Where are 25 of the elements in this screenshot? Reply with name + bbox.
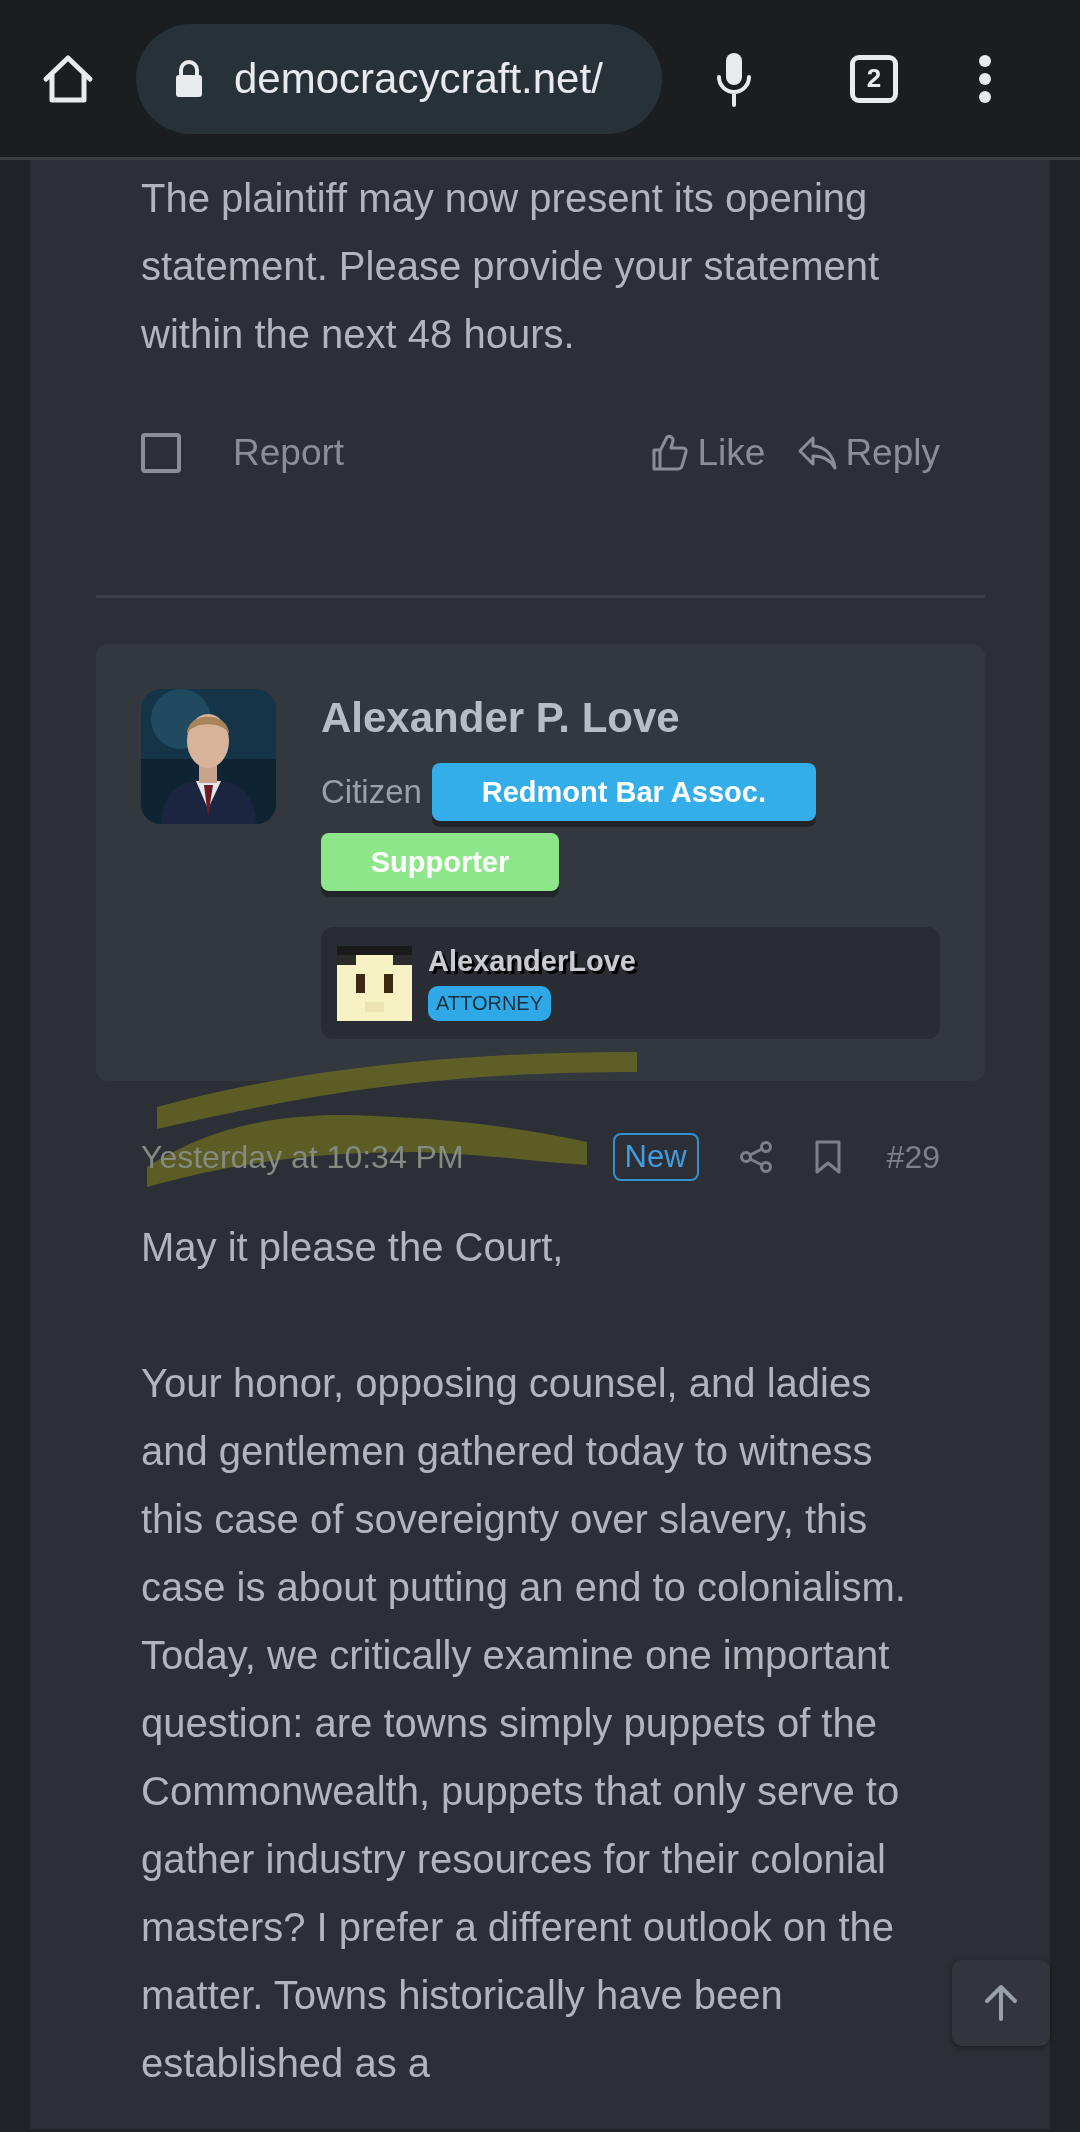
microphone-icon[interactable] <box>714 50 754 107</box>
post-number[interactable]: #29 <box>886 1138 940 1176</box>
post-text: Your honor, opposing counsel, and ladies and gentlemen gathered today to witness this case of sovereignty over slavery, this case is about putting an end to colonialism. Today, we critically examine one important question: are towns simply puppets of the Commonwealth, puppets that only serve to gather industry resources for their colonial masters? I prefer a different outlook on the matter. Towns historically have been established as a <box>141 1360 907 2087</box>
user-banner: Supporter <box>321 833 559 891</box>
user-banner: Redmont Bar Assoc. <box>431 763 816 821</box>
game-username: AlexanderLove <box>428 945 636 978</box>
url-text: democracycraft.net/ <box>234 54 603 103</box>
report-link[interactable]: Report <box>233 432 345 474</box>
rank-badge: ATTORNEY <box>428 986 552 1021</box>
checkbox[interactable] <box>141 433 181 473</box>
post-date[interactable]: Yesterday at 10:34 PM <box>141 1138 464 1176</box>
author-name[interactable]: Alexander P. Love <box>321 689 940 747</box>
lock-icon <box>174 58 204 99</box>
like-button[interactable]: Like <box>649 432 766 474</box>
tab-count-button[interactable]: 2 <box>850 54 898 103</box>
post-text: May it please the Court, <box>141 1224 565 1271</box>
menu-icon[interactable] <box>978 53 992 104</box>
share-icon[interactable] <box>738 1140 773 1174</box>
scroll-to-top-button[interactable] <box>952 1960 1050 2046</box>
new-badge: New <box>612 1133 699 1181</box>
user-title: Citizen <box>321 773 422 811</box>
pixel-head-icon <box>337 945 412 1021</box>
post-text: The plaintiff may now present its opening statement. Please provide your statement within the next 48 hours. <box>141 175 881 358</box>
reply-button[interactable]: Reply <box>797 432 940 474</box>
address-bar[interactable]: democracycraft.net/ <box>136 23 662 134</box>
